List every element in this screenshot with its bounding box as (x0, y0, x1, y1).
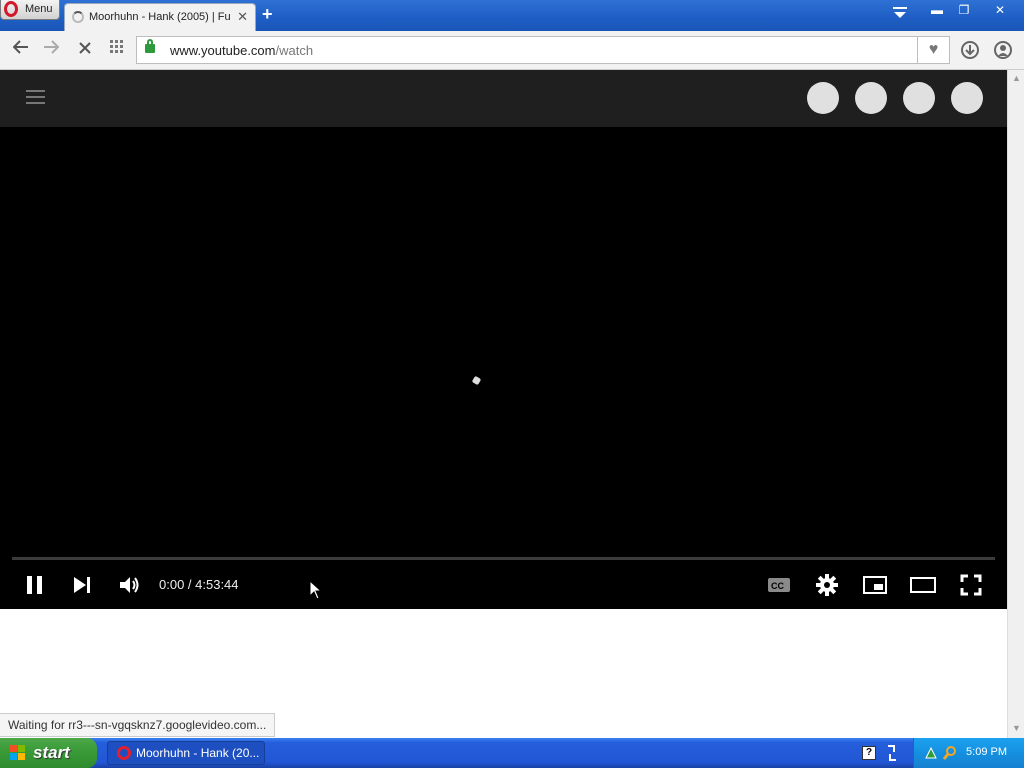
clock: 5:09 PM (966, 746, 1007, 758)
restore-button[interactable]: ❐ (951, 2, 977, 20)
taskbar: start Moorhuhn - Hank (20... ? 5:09 PM (0, 738, 1024, 768)
address-field[interactable]: www.youtube.com/watch (136, 36, 918, 64)
pause-button[interactable] (25, 573, 45, 597)
search-tray-icon[interactable] (942, 745, 958, 766)
video-player[interactable]: 0:00 / 4:53:44 CC (0, 127, 1007, 609)
scroll-up-arrow-icon[interactable]: ▲ (1012, 73, 1021, 83)
bookmark-heart-button[interactable]: ♥ (918, 36, 950, 64)
url-path: /watch (275, 43, 314, 58)
loading-spinner-icon (72, 11, 84, 23)
tab-close-button[interactable]: ✕ (237, 9, 248, 25)
menu-label: Menu (25, 3, 53, 15)
time-display: 0:00 / 4:53:44 (159, 577, 239, 592)
account-icon[interactable] (994, 41, 1012, 59)
theater-mode-icon[interactable] (909, 573, 937, 597)
stop-loading-button[interactable] (75, 40, 95, 60)
taskbar-item-opera[interactable]: Moorhuhn - Hank (20... (107, 741, 265, 765)
youtube-header (0, 70, 1007, 127)
miniplayer-icon[interactable] (862, 573, 888, 597)
forward-button[interactable] (41, 40, 61, 60)
back-button[interactable] (11, 40, 31, 60)
scroll-down-arrow-icon[interactable]: ▼ (1012, 723, 1021, 733)
system-tray: 5:09 PM (913, 738, 1024, 768)
address-toolbar: www.youtube.com/watch ♥ (0, 31, 1024, 70)
loading-indicator (471, 375, 482, 386)
svg-text:CC: CC (771, 581, 784, 591)
tab-active[interactable]: Moorhuhn - Hank (2005) | Fu ✕ (64, 3, 256, 31)
download-icon[interactable] (961, 41, 979, 59)
minimize-button[interactable]: ▬ (924, 2, 950, 20)
header-placeholder-button-1[interactable] (807, 82, 839, 114)
browser-title-bar: Menu Moorhuhn - Hank (2005) | Fu ✕ + ▬ ❐… (0, 0, 1024, 31)
progress-bar[interactable] (12, 557, 995, 560)
tab-menu-icon[interactable] (893, 7, 907, 22)
speed-dial-grid-icon[interactable] (107, 40, 127, 60)
settings-gear-icon[interactable] (815, 573, 839, 597)
closed-captions-icon[interactable]: CC (767, 573, 791, 597)
opera-taskbar-icon (117, 746, 131, 760)
opera-menu-button[interactable]: Menu (0, 0, 60, 20)
vertical-scrollbar[interactable]: ▲ ▼ (1007, 70, 1024, 738)
header-placeholder-button-4[interactable] (951, 82, 983, 114)
url-host: www.youtube.com (170, 43, 276, 58)
new-tab-button[interactable]: + (262, 4, 273, 25)
windows-flag-icon (10, 745, 27, 761)
header-placeholder-button-3[interactable] (903, 82, 935, 114)
start-button[interactable]: start (0, 738, 97, 768)
volume-icon[interactable] (118, 573, 140, 597)
network-tray-icon[interactable] (924, 746, 938, 765)
taskbar-item-label: Moorhuhn - Hank (20... (136, 746, 260, 760)
status-bar: Waiting for rr3---sn-vgqsknz7.googlevide… (0, 713, 276, 737)
tab-title: Moorhuhn - Hank (2005) | Fu (89, 11, 231, 23)
start-label: start (33, 743, 70, 762)
mouse-cursor-icon (309, 579, 323, 605)
window-close-button[interactable]: ✕ (987, 2, 1013, 20)
opera-logo-icon (4, 1, 18, 17)
header-placeholder-button-2[interactable] (855, 82, 887, 114)
page-viewport: 0:00 / 4:53:44 CC (0, 70, 1007, 738)
tray-arrows-icon[interactable] (886, 744, 898, 762)
fullscreen-icon[interactable] (959, 573, 983, 597)
next-button[interactable] (72, 573, 92, 597)
hamburger-menu-icon[interactable] (26, 90, 45, 104)
url-text: www.youtube.com/watch (170, 43, 313, 58)
secure-lock-icon (145, 39, 155, 53)
help-tray-icon[interactable]: ? (862, 746, 876, 760)
